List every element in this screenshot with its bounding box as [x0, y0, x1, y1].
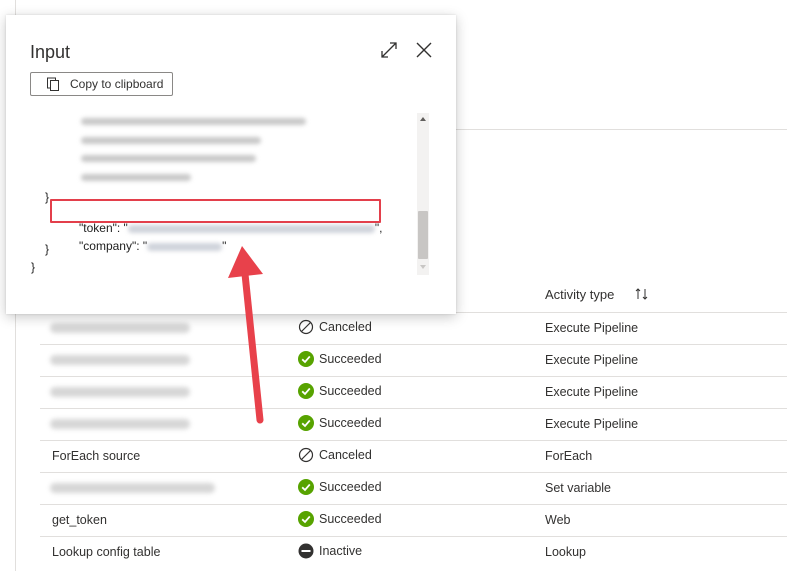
- status-label: Succeeded: [319, 352, 382, 366]
- redacted-json-line: [81, 174, 191, 181]
- copy-icon: [47, 77, 59, 91]
- status-label: Succeeded: [319, 480, 382, 494]
- redacted-activity-name: [50, 387, 190, 397]
- canceled-icon: [298, 447, 314, 463]
- expand-icon[interactable]: [380, 41, 398, 59]
- copy-button-label: Copy to clipboard: [70, 77, 164, 91]
- redacted-company-value: [147, 242, 223, 251]
- status-cell: Inactive: [298, 543, 362, 559]
- redacted-activity-name: [50, 355, 190, 365]
- status-label: Succeeded: [319, 512, 382, 526]
- status-cell: Succeeded: [298, 415, 382, 431]
- redacted-json-line: [81, 118, 306, 125]
- json-token-end: ",: [374, 221, 383, 235]
- redacted-activity-name: [50, 323, 190, 333]
- status-cell: Canceled: [298, 447, 372, 463]
- copy-to-clipboard-button[interactable]: Copy to clipboard: [30, 72, 173, 96]
- activity-type: Execute Pipeline: [545, 321, 639, 335]
- json-close-brace: }: [45, 242, 50, 256]
- table-row[interactable]: Succeeded Execute Pipeline: [40, 377, 787, 409]
- succeeded-icon: [298, 511, 314, 527]
- json-close-brace: }: [31, 260, 36, 274]
- succeeded-icon: [298, 415, 314, 431]
- status-cell: Succeeded: [298, 351, 382, 367]
- table-row[interactable]: Lookup config table Inactive Lookup: [40, 537, 787, 568]
- succeeded-icon: [298, 383, 314, 399]
- section-divider: [456, 129, 787, 130]
- activity-name[interactable]: Lookup config table: [52, 545, 160, 559]
- json-scrollbar[interactable]: [417, 113, 429, 275]
- activity-type: Lookup: [545, 545, 587, 559]
- redacted-activity-name: [50, 419, 190, 429]
- status-cell: Succeeded: [298, 383, 382, 399]
- status-label: Succeeded: [319, 384, 382, 398]
- scroll-thumb[interactable]: [418, 211, 428, 259]
- table-row[interactable]: ForEach source Canceled ForEach: [40, 441, 787, 473]
- status-cell: Succeeded: [298, 511, 382, 527]
- json-viewer[interactable]: }, "token": " ", "company": " " } }: [21, 113, 416, 275]
- panel-title: Input: [30, 42, 71, 62]
- redacted-json-line: [81, 137, 261, 144]
- status-label: Inactive: [319, 544, 363, 558]
- status-label: Succeeded: [319, 416, 382, 430]
- canceled-icon: [298, 319, 314, 335]
- sort-icon[interactable]: [634, 286, 650, 302]
- activity-name[interactable]: ForEach source: [52, 449, 140, 463]
- table-row[interactable]: Succeeded Execute Pipeline: [40, 345, 787, 377]
- status-cell: Canceled: [298, 319, 372, 335]
- json-company-key: "company": ": [79, 239, 148, 253]
- close-icon[interactable]: [415, 41, 433, 59]
- token-highlight-box: [50, 199, 381, 223]
- activity-type: Set variable: [545, 481, 612, 495]
- succeeded-icon: [298, 351, 314, 367]
- scroll-up-arrow-icon[interactable]: [420, 117, 426, 121]
- column-header-activity-type[interactable]: Activity type: [545, 287, 614, 302]
- activity-runs-table: Activity type Canceled Execute Pipeline …: [40, 276, 787, 568]
- activity-type: ForEach: [545, 449, 593, 463]
- table-row[interactable]: Succeeded Execute Pipeline: [40, 409, 787, 441]
- table-row[interactable]: get_token Succeeded Web: [40, 505, 787, 537]
- activity-type: Execute Pipeline: [545, 353, 639, 367]
- scroll-down-arrow-icon[interactable]: [420, 265, 426, 269]
- activity-type: Execute Pipeline: [545, 417, 639, 431]
- activity-name[interactable]: get_token: [52, 513, 107, 527]
- redacted-activity-name: [50, 483, 215, 493]
- succeeded-icon: [298, 479, 314, 495]
- json-company-line: "company": " ": [59, 225, 226, 267]
- status-cell: Succeeded: [298, 479, 382, 495]
- activity-type: Execute Pipeline: [545, 385, 639, 399]
- activity-type: Web: [545, 513, 571, 527]
- inactive-icon: [298, 543, 314, 559]
- status-label: Canceled: [319, 448, 372, 462]
- status-label: Canceled: [319, 320, 372, 334]
- table-row[interactable]: Canceled Execute Pipeline: [40, 313, 787, 345]
- annotation-arrow-icon: [228, 246, 264, 424]
- redacted-json-line: [81, 155, 256, 162]
- table-row[interactable]: Succeeded Set variable: [40, 473, 787, 505]
